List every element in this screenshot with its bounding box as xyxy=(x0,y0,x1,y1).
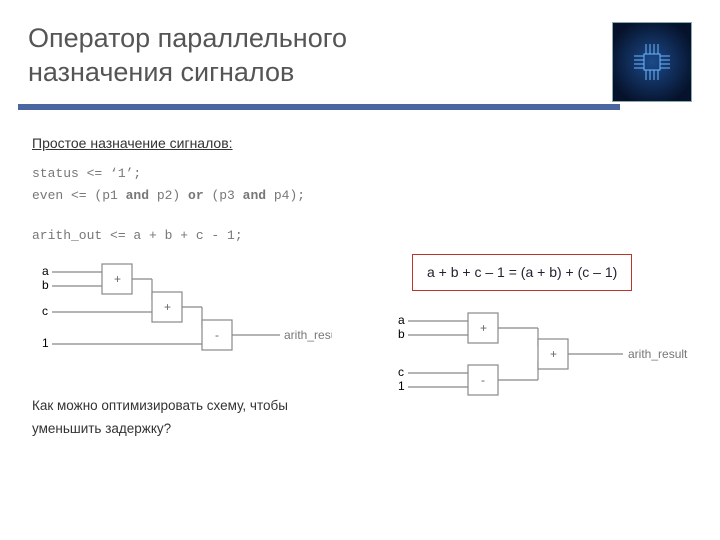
label-a: a xyxy=(42,264,49,278)
title-line-1: Оператор параллельного xyxy=(28,23,347,53)
op-add1: + xyxy=(114,272,121,286)
slide-title: Оператор параллельного назначения сигнал… xyxy=(28,22,508,90)
label-a: a xyxy=(398,313,405,327)
op-sub: - xyxy=(215,328,219,342)
label-result: arith_result xyxy=(628,347,688,361)
code-line-1: status <= ‘1’; xyxy=(32,166,141,181)
op-add2: + xyxy=(550,347,557,361)
diagrams-row: a b c 1 + + - arith_result Как можно опт… xyxy=(32,254,698,442)
slide-header: Оператор параллельного назначения сигнал… xyxy=(0,0,720,98)
code-line-3: arith_out <= a + b + c - 1; xyxy=(32,225,698,247)
right-column: a + b + c – 1 = (a + b) + (c – 1) a b xyxy=(388,254,698,432)
label-c: c xyxy=(398,365,404,379)
label-result: arith_result xyxy=(284,328,332,342)
code-block: status <= ‘1’; even <= (p1 and p2) or (p… xyxy=(32,163,698,207)
label-c: c xyxy=(42,304,48,318)
decorative-chip-image xyxy=(612,22,692,102)
label-one: 1 xyxy=(42,336,49,350)
subsection-heading: Простое назначение сигналов: xyxy=(32,132,233,156)
optimization-question: Как можно оптимизировать схему, чтобы ум… xyxy=(32,395,332,441)
slide-content: Простое назначение сигналов: status <= ‘… xyxy=(0,110,720,442)
diagram-cascaded: a b c 1 + + - arith_result xyxy=(32,254,332,374)
label-b: b xyxy=(398,327,405,341)
label-one: 1 xyxy=(398,379,405,393)
title-line-2: назначения сигналов xyxy=(28,57,294,87)
label-b: b xyxy=(42,278,49,292)
diagram-balanced: a b c 1 + - + arith_result xyxy=(388,303,698,423)
formula-box: a + b + c – 1 = (a + b) + (c – 1) xyxy=(412,254,632,292)
code-line-2: even <= (p1 and p2) or (p3 and p4); xyxy=(32,188,305,203)
op-add2: + xyxy=(164,300,171,314)
op-add1: + xyxy=(480,321,487,335)
op-sub: - xyxy=(481,373,485,387)
left-column: a b c 1 + + - arith_result Как можно опт… xyxy=(32,254,358,442)
